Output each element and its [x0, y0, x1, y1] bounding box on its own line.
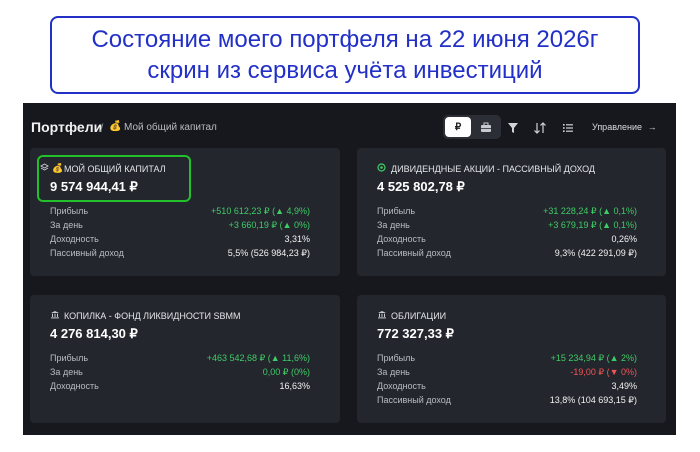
bank-icon [50, 310, 60, 321]
row-label: За день [50, 367, 83, 377]
row-passive: Пассивный доход 9,3% (422 291,09 ₽) [377, 248, 637, 261]
row-label: За день [377, 220, 410, 230]
row-value: 9,3% (422 291,09 ₽) [554, 248, 637, 258]
portfolio-app: Портфели / 💰 Мой общий капитал ₽ Управле… [23, 103, 676, 435]
card-title: ОБЛИГАЦИИ [391, 311, 447, 321]
portfolio-card-bonds[interactable]: ОБЛИГАЦИИ 772 327,33 ₽ Прибыль +15 234,94… [357, 295, 666, 423]
row-value: -19,00 ₽ (▼ 0%) [570, 367, 637, 377]
row-yield: Доходность 3,49% [377, 381, 637, 394]
row-label: Прибыль [377, 206, 416, 216]
row-value: 5,5% (526 984,23 ₽) [227, 248, 310, 258]
row-label: Пассивный доход [50, 248, 124, 258]
row-passive: Пассивный доход 13,8% (104 693,15 ₽) [377, 395, 637, 408]
card-value: 4 276 814,30 ₽ [50, 326, 138, 341]
row-value: 16,63% [279, 381, 310, 391]
breadcrumb[interactable]: Мой общий капитал [124, 122, 217, 133]
briefcase-icon[interactable] [475, 118, 497, 136]
row-profit: Прибыль +31 228,24 ₽ (▲ 0,1%) [377, 206, 637, 219]
row-label: За день [50, 220, 83, 230]
breadcrumb-separator: / [100, 121, 104, 135]
row-value: 0,00 ₽ (0%) [262, 367, 310, 377]
row-profit: Прибыль +510 612,23 ₽ (▲ 4,9%) [50, 206, 310, 219]
sort-icon[interactable] [533, 121, 547, 139]
portfolio-card-savings[interactable]: КОПИЛКА - ФОНД ЛИКВИДНОСТИ SBMM 4 276 81… [30, 295, 340, 423]
row-day: За день -19,00 ₽ (▼ 0%) [377, 367, 637, 380]
row-label: Доходность [377, 234, 426, 244]
filter-icon[interactable] [507, 121, 519, 139]
row-label: Доходность [50, 381, 99, 391]
caption-banner: Состояние моего портфеля на 22 июня 2026… [50, 16, 640, 94]
row-label: Прибыль [377, 353, 416, 363]
currency-rub-button[interactable]: ₽ [445, 117, 471, 137]
row-value: 3,31% [284, 234, 310, 244]
row-value: +31 228,24 ₽ (▲ 0,1%) [543, 206, 637, 216]
row-value: +463 542,68 ₽ (▲ 11,6%) [206, 353, 310, 363]
row-value: 0,26% [611, 234, 637, 244]
card-value: 4 525 802,78 ₽ [377, 179, 465, 194]
caption-line-1: Состояние моего портфеля на 22 июня 2026… [91, 26, 599, 53]
list-icon[interactable] [562, 121, 574, 139]
dividend-icon [377, 163, 386, 174]
portfolio-card-dividend[interactable]: ДИВИДЕНДНЫЕ АКЦИИ - ПАССИВНЫЙ ДОХОД 4 52… [357, 148, 666, 276]
row-label: За день [377, 367, 410, 377]
row-value: 13,8% (104 693,15 ₽) [549, 395, 637, 405]
bank-icon [377, 310, 387, 321]
row-value: 3,49% [611, 381, 637, 391]
money-bag-icon: 💰 [109, 121, 122, 132]
manage-label: Управление [592, 122, 643, 132]
row-passive: Пассивный доход 5,5% (526 984,23 ₽) [50, 248, 310, 261]
row-value: +15 234,94 ₽ (▲ 2%) [550, 353, 637, 363]
row-yield: Доходность 16,63% [50, 381, 310, 394]
page-title[interactable]: Портфели [31, 119, 102, 135]
row-profit: Прибыль +15 234,94 ₽ (▲ 2%) [377, 353, 637, 366]
row-label: Пассивный доход [377, 395, 451, 405]
row-yield: Доходность 3,31% [50, 234, 310, 247]
highlight-outline [37, 155, 191, 202]
card-title: КОПИЛКА - ФОНД ЛИКВИДНОСТИ SBMM [64, 311, 241, 321]
row-day: За день +3 679,19 ₽ (▲ 0,1%) [377, 220, 637, 233]
row-label: Прибыль [50, 353, 89, 363]
row-profit: Прибыль +463 542,68 ₽ (▲ 11,6%) [50, 353, 310, 366]
row-value: +3 679,19 ₽ (▲ 0,1%) [548, 220, 637, 230]
caption-line-2: скрин из сервиса учёта инвестиций [147, 57, 543, 84]
row-label: Прибыль [50, 206, 89, 216]
row-label: Доходность [50, 234, 99, 244]
row-day: За день +3 660,19 ₽ (▲ 0%) [50, 220, 310, 233]
row-label: Доходность [377, 381, 426, 391]
arrow-right-icon: → [647, 122, 657, 132]
row-yield: Доходность 0,26% [377, 234, 637, 247]
card-title: ДИВИДЕНДНЫЕ АКЦИИ - ПАССИВНЫЙ ДОХОД [391, 164, 596, 174]
row-day: За день 0,00 ₽ (0%) [50, 367, 310, 380]
row-label: Пассивный доход [377, 248, 451, 258]
card-value: 772 327,33 ₽ [377, 326, 454, 341]
currency-switch: ₽ [443, 115, 501, 139]
manage-button[interactable]: Управление → [592, 122, 657, 132]
row-value: +510 612,23 ₽ (▲ 4,9%) [211, 206, 310, 216]
row-value: +3 660,19 ₽ (▲ 0%) [228, 220, 310, 230]
